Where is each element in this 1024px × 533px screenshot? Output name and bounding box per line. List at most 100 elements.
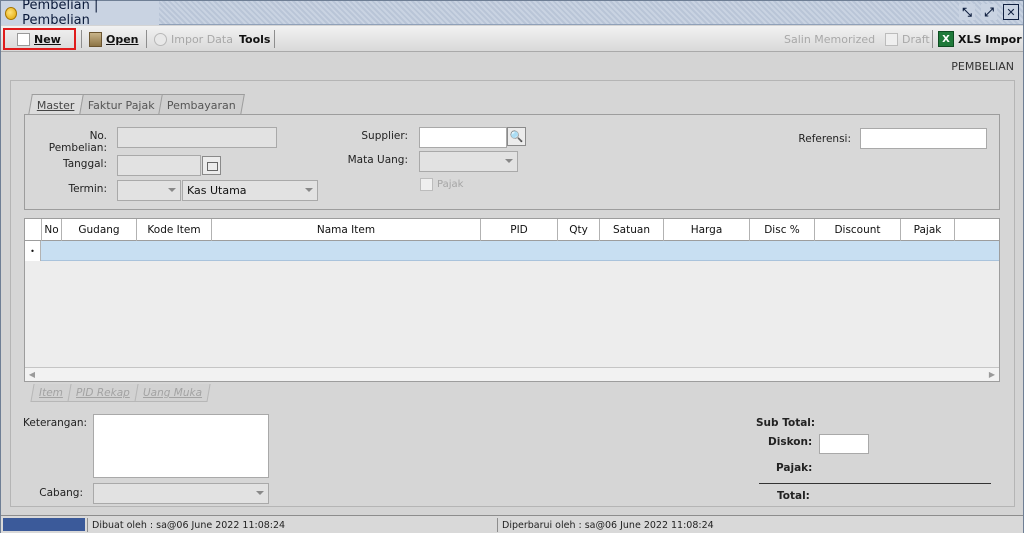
tools-label: Tools bbox=[239, 32, 271, 46]
tab-item-label: Item bbox=[39, 386, 63, 399]
form-title: PEMBELIAN bbox=[951, 60, 1014, 73]
column-header[interactable]: Disc % bbox=[750, 219, 815, 241]
table-row[interactable]: • bbox=[25, 241, 999, 261]
open-button[interactable]: Open bbox=[89, 29, 139, 49]
salin-memorized-label: Salin Memorized bbox=[784, 32, 876, 46]
tanggal-input[interactable] bbox=[117, 155, 201, 176]
new-button[interactable]: New bbox=[3, 28, 76, 50]
total-label: Total: bbox=[777, 490, 810, 502]
maximize-icon[interactable]: ⤢ bbox=[981, 4, 997, 20]
termin-select[interactable] bbox=[117, 180, 181, 201]
tab-faktur-pajak-label: Faktur Pajak bbox=[87, 98, 155, 112]
toolbar: New Open Impor Data Tools Salin Memorize… bbox=[1, 26, 1023, 52]
tab-pid-rekap-label: PID Rekap bbox=[75, 386, 130, 399]
grid-corner bbox=[25, 219, 42, 241]
chevron-down-icon bbox=[168, 188, 176, 192]
referensi-label: Referensi: bbox=[798, 133, 851, 145]
chevron-down-icon bbox=[256, 491, 264, 495]
draft-checkbox[interactable]: Draft bbox=[885, 29, 930, 49]
chevron-down-icon bbox=[305, 188, 313, 192]
termin-label: Termin: bbox=[68, 183, 107, 195]
toolbar-separator bbox=[274, 30, 275, 48]
mata-uang-select[interactable] bbox=[419, 151, 518, 172]
tab-faktur-pajak[interactable]: Faktur Pajak bbox=[78, 94, 164, 115]
no-pembelian-input[interactable] bbox=[117, 127, 277, 148]
row-indicator-icon: • bbox=[25, 241, 41, 261]
no-pembelian-label: No. Pembelian: bbox=[48, 130, 107, 154]
title-bar: Pembelian | Pembelian ⤡ ⤢ ✕ bbox=[1, 0, 1023, 28]
pajak-checkbox-box bbox=[420, 178, 433, 191]
import-data-button[interactable]: Impor Data bbox=[154, 29, 233, 49]
pajak-checkbox[interactable]: Pajak bbox=[420, 178, 463, 191]
tab-master-label: Master bbox=[36, 98, 75, 112]
grid-header: No Gudang Kode Item Nama Item PID Qty Sa… bbox=[25, 219, 999, 241]
scroll-left-icon[interactable]: ◀ bbox=[25, 368, 39, 381]
title-area: Pembelian | Pembelian bbox=[1, 0, 159, 28]
mata-uang-label: Mata Uang: bbox=[347, 154, 408, 166]
created-by-status: Dibuat oleh : sa@06 June 2022 11:08:24 bbox=[87, 518, 497, 532]
column-header[interactable]: Satuan bbox=[600, 219, 664, 241]
horizontal-scrollbar[interactable]: ◀ ▶ bbox=[25, 367, 999, 381]
item-grid[interactable]: No Gudang Kode Item Nama Item PID Qty Sa… bbox=[24, 218, 1000, 382]
updated-by-status: Diperbarui oleh : sa@06 June 2022 11:08:… bbox=[497, 518, 897, 532]
referensi-input[interactable] bbox=[860, 128, 987, 149]
open-button-label: Open bbox=[106, 32, 139, 46]
tanggal-label: Tanggal: bbox=[63, 158, 107, 170]
tab-pid-rekap[interactable]: PID Rekap bbox=[67, 384, 139, 402]
keterangan-textarea[interactable] bbox=[93, 414, 269, 478]
column-header[interactable]: Harga bbox=[664, 219, 750, 241]
master-tabs: Master Faktur Pajak Pembayaran bbox=[28, 94, 246, 115]
chevron-down-icon bbox=[505, 159, 513, 163]
restore-icon[interactable]: ⤡ bbox=[959, 4, 975, 20]
salin-memorized-button[interactable]: Salin Memorized bbox=[784, 29, 875, 49]
column-header[interactable]: PID bbox=[481, 219, 558, 241]
xls-import-button[interactable]: X XLS Impor bbox=[938, 29, 1022, 49]
item-sub-tabs: Item PID Rekap Uang Muka bbox=[30, 384, 211, 402]
draft-checkbox-box bbox=[885, 32, 898, 46]
calendar-icon[interactable] bbox=[202, 156, 221, 175]
supplier-input[interactable] bbox=[419, 127, 507, 148]
column-header[interactable]: No bbox=[42, 219, 62, 241]
open-folder-icon bbox=[89, 31, 102, 47]
diskon-input[interactable] bbox=[819, 434, 869, 454]
kas-value: Kas Utama bbox=[187, 184, 247, 197]
excel-icon: X bbox=[938, 31, 954, 47]
window-controls: ⤡ ⤢ ✕ bbox=[959, 4, 1019, 20]
keterangan-label: Keterangan: bbox=[23, 417, 88, 429]
pajak-checkbox-label: Pajak bbox=[437, 179, 464, 190]
kas-select[interactable]: Kas Utama bbox=[182, 180, 318, 201]
cabang-label: Cabang: bbox=[39, 487, 83, 499]
column-header[interactable]: Qty bbox=[558, 219, 600, 241]
sub-total-label: Sub Total: bbox=[756, 417, 816, 429]
tab-master[interactable]: Master bbox=[28, 94, 84, 115]
import-icon bbox=[154, 32, 167, 46]
tab-uang-muka-label: Uang Muka bbox=[142, 386, 202, 399]
tab-item[interactable]: Item bbox=[30, 384, 72, 402]
cabang-select[interactable] bbox=[93, 483, 269, 504]
tab-pembayaran[interactable]: Pembayaran bbox=[158, 94, 246, 115]
column-header[interactable]: Kode Item bbox=[137, 219, 212, 241]
scroll-right-icon[interactable]: ▶ bbox=[985, 368, 999, 381]
search-icon[interactable]: 🔍 bbox=[507, 127, 526, 146]
total-divider bbox=[759, 483, 991, 484]
toolbar-separator bbox=[932, 30, 933, 48]
toolbar-separator bbox=[146, 30, 147, 48]
tools-button[interactable]: Tools bbox=[239, 29, 270, 49]
window-title: Pembelian | Pembelian bbox=[22, 0, 99, 28]
import-data-label: Impor Data bbox=[171, 32, 233, 46]
xls-import-label: XLS Impor bbox=[958, 32, 1022, 46]
status-indicator bbox=[3, 518, 85, 531]
tab-uang-muka[interactable]: Uang Muka bbox=[134, 384, 211, 402]
draft-label: Draft bbox=[902, 32, 930, 46]
toolbar-separator bbox=[81, 30, 82, 48]
tab-pembayaran-label: Pembayaran bbox=[167, 98, 237, 112]
column-header[interactable]: Nama Item bbox=[212, 219, 481, 241]
supplier-label: Supplier: bbox=[361, 130, 408, 142]
close-icon[interactable]: ✕ bbox=[1003, 4, 1019, 20]
column-header[interactable]: Pajak bbox=[901, 219, 955, 241]
new-doc-icon bbox=[17, 32, 30, 46]
status-bar: Dibuat oleh : sa@06 June 2022 11:08:24 D… bbox=[1, 515, 1023, 533]
column-header[interactable]: Discount bbox=[815, 219, 901, 241]
app-icon bbox=[5, 6, 18, 20]
column-header[interactable]: Gudang bbox=[62, 219, 137, 241]
